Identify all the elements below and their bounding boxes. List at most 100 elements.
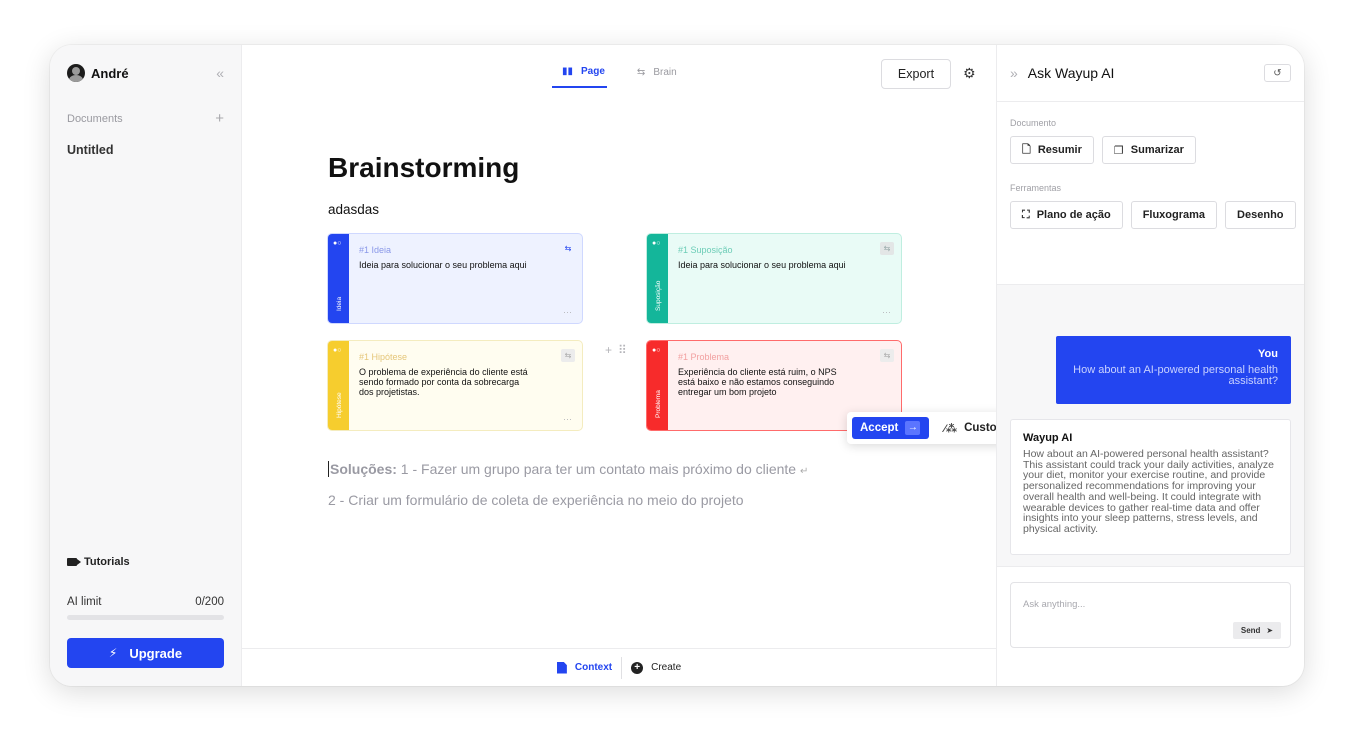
documents-label: Documents [67,112,123,125]
user-row[interactable]: André « [67,45,224,101]
card-title: #1 Problema [678,352,730,362]
swap-icon[interactable]: ⇆ [880,349,894,362]
card-body: #1 Hipótese O problema de experiência do… [349,341,582,430]
ai-limit-label: AI limit [67,596,102,608]
solutions-line-1-text: 1 - Fazer um grupo para ter um contato m… [396,461,797,477]
settings-gear-icon[interactable]: ⚙ [963,66,977,80]
page-subtitle[interactable]: adasdas [328,202,379,217]
upgrade-button[interactable]: ⚡ Upgrade [67,638,224,668]
resumir-button[interactable]: 🗋 Resumir [1010,136,1094,164]
brain-icon: ⇆ [636,66,646,78]
solutions-line-2: 2 - Criar um formulário de coleta de exp… [328,492,744,508]
avatar [67,64,85,82]
key-icon: ●○ [652,347,661,354]
card-ideia[interactable]: ●○ Ideia #1 Ideia Ideia para solucionar … [327,233,583,324]
bottom-toolbar: Context + Create [242,648,996,686]
upgrade-label: Upgrade [129,645,183,661]
sumarizar-label: Sumarizar [1130,144,1184,156]
ask-input-box: Send ➤ [1010,582,1291,648]
chat-area: You How about an AI-powered personal hea… [997,284,1304,567]
arrow-right-icon: → [905,421,921,435]
accept-label: Accept [860,422,899,434]
tab-brain[interactable]: ⇆ Brain [627,65,679,88]
swap-icon[interactable]: ⇆ [561,242,575,255]
text-caret [328,461,329,477]
history-icon: ↺ [1273,67,1282,79]
documento-actions: 🗋 Resumir ❐ Sumarizar [1010,136,1304,164]
desenho-button[interactable]: Desenho [1225,201,1296,229]
app-window: André « Documents + Untitled Tutorials A… [50,45,1304,686]
card-text[interactable]: O problema de experiência do cliente est… [359,367,529,397]
bolt-icon: ⚡ [108,646,118,660]
tab-page[interactable]: ▮▮ Page [552,65,607,88]
copy-icon: ❐ [1113,144,1124,157]
sumarizar-button[interactable]: ❐ Sumarizar [1101,136,1196,164]
tab-page-label: Page [581,65,605,77]
user-name: André [91,65,129,81]
collapse-panel-icon[interactable]: » [1010,65,1018,81]
tab-brain-label: Brain [653,66,677,78]
hierarchy-icon: ⛶ [1022,208,1030,221]
export-button[interactable]: Export [881,59,951,89]
plano-de-acao-button[interactable]: ⛶ Plano de ação [1010,201,1123,229]
documents-header: Documents + [67,110,224,127]
sidebar: André « Documents + Untitled Tutorials A… [50,45,242,686]
ai-limit: AI limit 0/200 [67,596,224,608]
ai-panel-header: » Ask Wayup AI ↺ [997,45,1304,102]
ask-input[interactable] [1023,599,1278,610]
accept-button[interactable]: Accept → [852,417,929,439]
fluxograma-button[interactable]: Fluxograma [1130,201,1218,229]
send-arrow-icon: ➤ [1266,626,1274,635]
ai-limit-progress [67,615,224,620]
card-hipotese[interactable]: ●○ Hipótese #1 Hipótese O problema de ex… [327,340,583,431]
history-button[interactable]: ↺ [1264,64,1291,82]
ai-message: Wayup AI How about an AI-powered persona… [1010,419,1291,555]
card-side-label: Problema [655,390,662,418]
page-icon: ▮▮ [562,65,574,77]
card-strip: ●○ Suposição [647,234,668,323]
more-icon[interactable]: ··· [563,414,572,424]
card-text[interactable]: Ideia para solucionar o seu problema aqu… [678,260,848,270]
card-body: #1 Ideia Ideia para solucionar o seu pro… [349,234,582,323]
view-tabs: ▮▮ Page ⇆ Brain [552,65,679,88]
solutions-line-1: Soluções: 1 - Fazer um grupo para ter um… [328,455,808,486]
main-editor: ▮▮ Page ⇆ Brain Export ⚙ Brainstorming a… [242,45,1056,686]
plano-label: Plano de ação [1036,209,1111,221]
context-button[interactable]: Context [548,656,623,679]
card-text[interactable]: Ideia para solucionar o seu problema aqu… [359,260,529,270]
card-title: #1 Ideia [359,245,392,255]
tutorials-link[interactable]: Tutorials [67,556,130,568]
context-label: Context [574,662,613,673]
return-icon: ↵ [799,466,809,477]
document-item[interactable]: Untitled [67,143,224,157]
plus-circle-icon: + [631,661,644,674]
send-button[interactable]: Send ➤ [1233,622,1281,639]
solutions-label: Soluções: [330,461,397,477]
magic-wand-icon: ⁄⁂ [944,422,958,435]
card-side-label: Ideia [336,296,343,311]
ai-message-author: Wayup AI [1023,432,1073,444]
add-document-icon[interactable]: + [215,110,224,127]
page-title[interactable]: Brainstorming [328,152,519,184]
collapse-sidebar-icon[interactable]: « [216,65,224,81]
card-body: #1 Suposição Ideia para solucionar o seu… [668,234,901,323]
ai-limit-value: 0/200 [195,596,224,608]
card-side-label: Suposição [655,280,662,311]
card-text[interactable]: Experiência do cliente está ruim, o NPS … [678,367,848,397]
tutorials-label: Tutorials [84,556,130,568]
card-side-label: Hipótese [336,392,343,418]
card-suposicao[interactable]: ●○ Suposição #1 Suposição Ideia para sol… [646,233,902,324]
swap-icon[interactable]: ⇆ [880,242,894,255]
create-button[interactable]: + Create [622,657,690,679]
ai-panel: » Ask Wayup AI ↺ Documento 🗋 Resumir ❐ S… [996,45,1304,686]
add-drag-handle-icon[interactable]: +⠿ [605,343,633,357]
more-icon[interactable]: ··· [882,307,891,317]
document-icon [556,661,567,674]
card-strip: ●○ Problema [647,341,668,430]
send-label: Send [1240,626,1261,635]
more-icon[interactable]: ··· [563,307,572,317]
ai-message-text: How about an AI-powered personal health … [1023,448,1274,535]
swap-icon[interactable]: ⇆ [561,349,575,362]
create-label: Create [651,662,682,673]
solutions-text[interactable]: Soluções: 1 - Fazer um grupo para ter um… [328,455,808,514]
